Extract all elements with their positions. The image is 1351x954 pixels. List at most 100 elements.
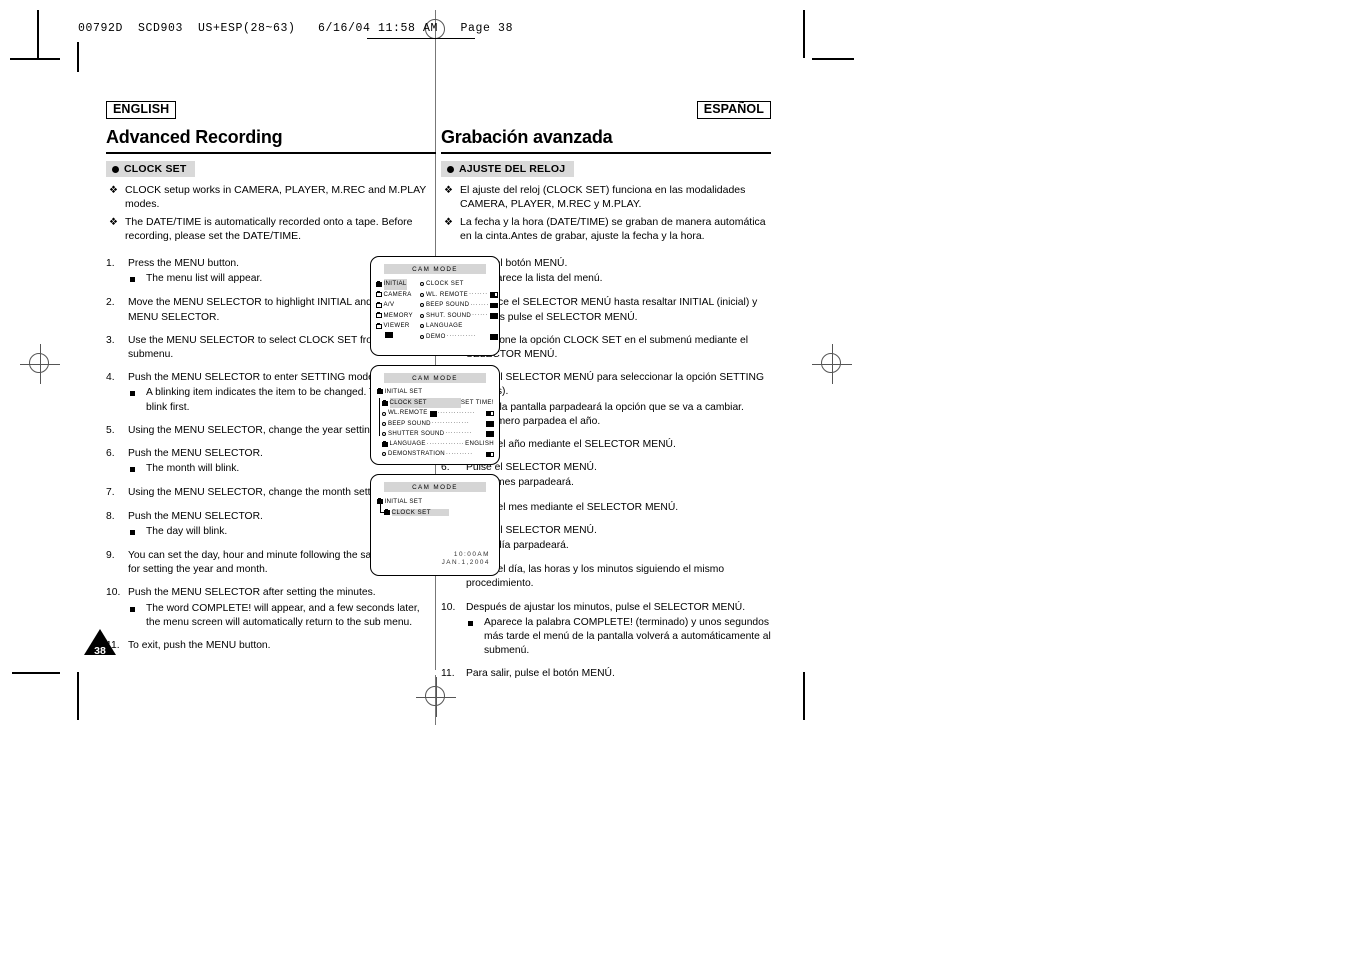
step-subnote: Aparece la lista del menú. (466, 272, 771, 287)
lcd3-time: 10:00AM (453, 550, 490, 558)
folder-icon (376, 322, 382, 329)
english-language-tag: ENGLISH (106, 101, 177, 120)
lcd-set-time-label: SET TIME! (460, 399, 494, 407)
lcd2-title-label: INITIAL SET (384, 388, 423, 396)
lcd-setting-item[interactable]: DEMONSTRATION ·········· (382, 449, 494, 459)
step-number: 10. (106, 587, 121, 599)
step-body: Después de ajustar los minutos, pulse el… (466, 601, 771, 659)
lcd-setting-item[interactable]: CLOCK SET SET TIME! (382, 398, 494, 409)
step-number: 3. (106, 334, 115, 346)
lcd3-subitem-label: CLOCK SET (391, 509, 450, 517)
step-subnote-text: Aparece la lista del menú. (484, 273, 603, 285)
folder-icon (376, 301, 382, 308)
lcd-menu-item-label: CAMERA (383, 290, 412, 298)
english-page-title: Advanced Recording (106, 127, 283, 147)
registration-mark-right (812, 344, 852, 384)
manual-page: 00792D SCD903 US+ESP(28~63) 6/16/04 11:5… (0, 0, 1351, 954)
step-number: 1. (106, 258, 115, 269)
radio-icon (382, 432, 386, 436)
step-subnote: El mes parpadeará. (466, 476, 771, 491)
step-body: Pulse el SELECTOR MENÚ para seleccionar … (466, 371, 771, 429)
lcd-menu-item[interactable]: A/V (376, 300, 418, 310)
step-subnote: En la pantalla parpadeará la opción que … (466, 401, 771, 429)
spanish-language-tag: ESPAÑOL (696, 101, 771, 120)
crop-mark-top-left-vertical (37, 10, 39, 58)
lcd-menu-item[interactable]: INITIAL (376, 279, 418, 290)
lcd-screen-clock-set: CAM MODE INITIAL SET CLOCK SET 10:00AM J… (370, 474, 500, 576)
registration-mark-left (20, 344, 60, 384)
step-number: 9. (106, 550, 115, 561)
step-number: 8. (106, 510, 115, 522)
step-subnote-text: En la pantalla parpadeará la opción que … (484, 401, 744, 427)
lcd-menu-item[interactable]: CAMERA (376, 290, 418, 300)
lcd-submenu-item[interactable]: WL. REMOTE ······· (420, 290, 499, 300)
lcd-submenu-item[interactable]: DEMO ··········· (420, 332, 499, 342)
lcd-submenu-item[interactable]: CLOCK SET (420, 279, 498, 289)
lcd-setting-label: SHUTTER SOUND (388, 429, 445, 437)
step-text: Para salir, pulse el botón MENÚ. (466, 668, 615, 680)
square-bullet-icon (128, 525, 146, 540)
lcd2-item-list: CLOCK SET SET TIME! WL.REMOTE ············… (379, 398, 494, 459)
lcd-menu-item-label: VIEWER (383, 322, 410, 330)
toggle-indicator-icon[interactable] (486, 431, 494, 437)
folder-icon (384, 509, 390, 516)
lcd-submenu-item-label: BEEP SOUND (426, 301, 470, 309)
lcd3-title-label: INITIAL SET (384, 498, 423, 506)
step-subnote-text: El mes parpadeará. (484, 477, 574, 489)
lcd1-cam-mode-label: CAM MODE (384, 264, 486, 275)
lcd-setting-value: ENGLISH (465, 440, 494, 448)
lcd-submenu-item[interactable]: LANGUAGE (420, 321, 498, 331)
lcd-cursor-block (376, 331, 418, 338)
lcd-submenu-item-label: WL. REMOTE (426, 290, 469, 298)
lcd2-title-row: INITIAL SET (377, 388, 494, 395)
lcd-setting-item[interactable]: LANGUAGE ·············· ENGLISH (382, 439, 494, 449)
step-body: Ajuste el día, las horas y los minutos s… (466, 563, 771, 591)
lcd-setting-item[interactable]: BEEP SOUND ·············· (382, 419, 494, 429)
leader-dots: ······· (469, 291, 488, 298)
step-text: Pulse el SELECTOR MENÚ. (466, 462, 597, 474)
bullet-item: ❖ CLOCK setup works in CAMERA, PLAYER, M.… (106, 184, 436, 212)
toggle-indicator-icon[interactable] (486, 451, 494, 458)
step-number: 4. (106, 372, 115, 384)
step-text: Ajuste el año mediante el SELECTOR MENÚ. (466, 439, 676, 451)
leader-dots: ·············· (437, 410, 476, 416)
step-text: Ajuste el mes mediante el SELECTOR MENÚ. (466, 501, 679, 513)
step-item: 11. To exit, push the MENU button. (106, 639, 436, 653)
lcd-submenu-item[interactable]: BEEP SOUND ······· (420, 300, 499, 310)
step-text: Pulse el SELECTOR MENÚ para seleccionar … (466, 372, 764, 397)
lcd-submenu-item[interactable]: SHUT. SOUND ······ (420, 311, 499, 321)
page-number-label: 38 (94, 645, 106, 657)
lcd-menu-item-label: MEMORY (383, 311, 413, 319)
spanish-language-tag-row: ESPAÑOL (441, 100, 771, 120)
step-body: Pulse el botón MENÚ. Aparece la lista del… (466, 257, 771, 287)
lcd-setting-highlight-fill (426, 398, 461, 409)
english-subhead: CLOCK SET (106, 161, 196, 178)
diamond-bullet-icon: ❖ (444, 185, 453, 197)
lcd2-cam-mode-label: CAM MODE (384, 373, 486, 384)
step-body: Seleccione la opción CLOCK SET en el sub… (466, 334, 771, 362)
lcd-setting-item[interactable]: SHUTTER SOUND ·········· (382, 429, 494, 439)
spanish-page-title: Grabación avanzada (441, 127, 613, 147)
bullet-dot-icon (447, 166, 454, 174)
bullet-text: The DATE/TIME is automatically recorded … (125, 216, 413, 243)
toggle-indicator-icon[interactable] (490, 292, 499, 298)
english-subhead-label: CLOCK SET (124, 163, 187, 176)
prepress-header-text: 00792D SCD903 US+ESP(28~63) 6/16/04 11:5… (78, 22, 514, 35)
folder-icon (377, 388, 383, 395)
english-language-tag-row: ENGLISH (106, 100, 436, 120)
lcd-submenu-item-label: SHUT. SOUND (426, 311, 472, 319)
spanish-bullet-list: ❖ El ajuste del reloj (CLOCK SET) funcion… (441, 184, 771, 244)
lcd3-date: JAN.1,2004 (441, 559, 490, 567)
toggle-indicator-icon[interactable] (490, 313, 499, 319)
lcd-menu-item[interactable]: VIEWER (376, 321, 418, 331)
toggle-indicator-icon[interactable] (490, 302, 499, 309)
toggle-indicator-icon[interactable] (490, 333, 499, 340)
toggle-indicator-icon[interactable] (486, 420, 494, 427)
toggle-indicator-icon[interactable] (486, 410, 494, 417)
square-bullet-icon (128, 272, 146, 287)
radio-icon (420, 334, 424, 339)
prepress-underline (367, 38, 475, 39)
lcd-menu-item[interactable]: MEMORY (376, 311, 418, 321)
lcd-setting-item[interactable]: WL.REMOTE ·············· (382, 408, 494, 418)
lcd-submenu-item-label: DEMO (426, 332, 446, 340)
